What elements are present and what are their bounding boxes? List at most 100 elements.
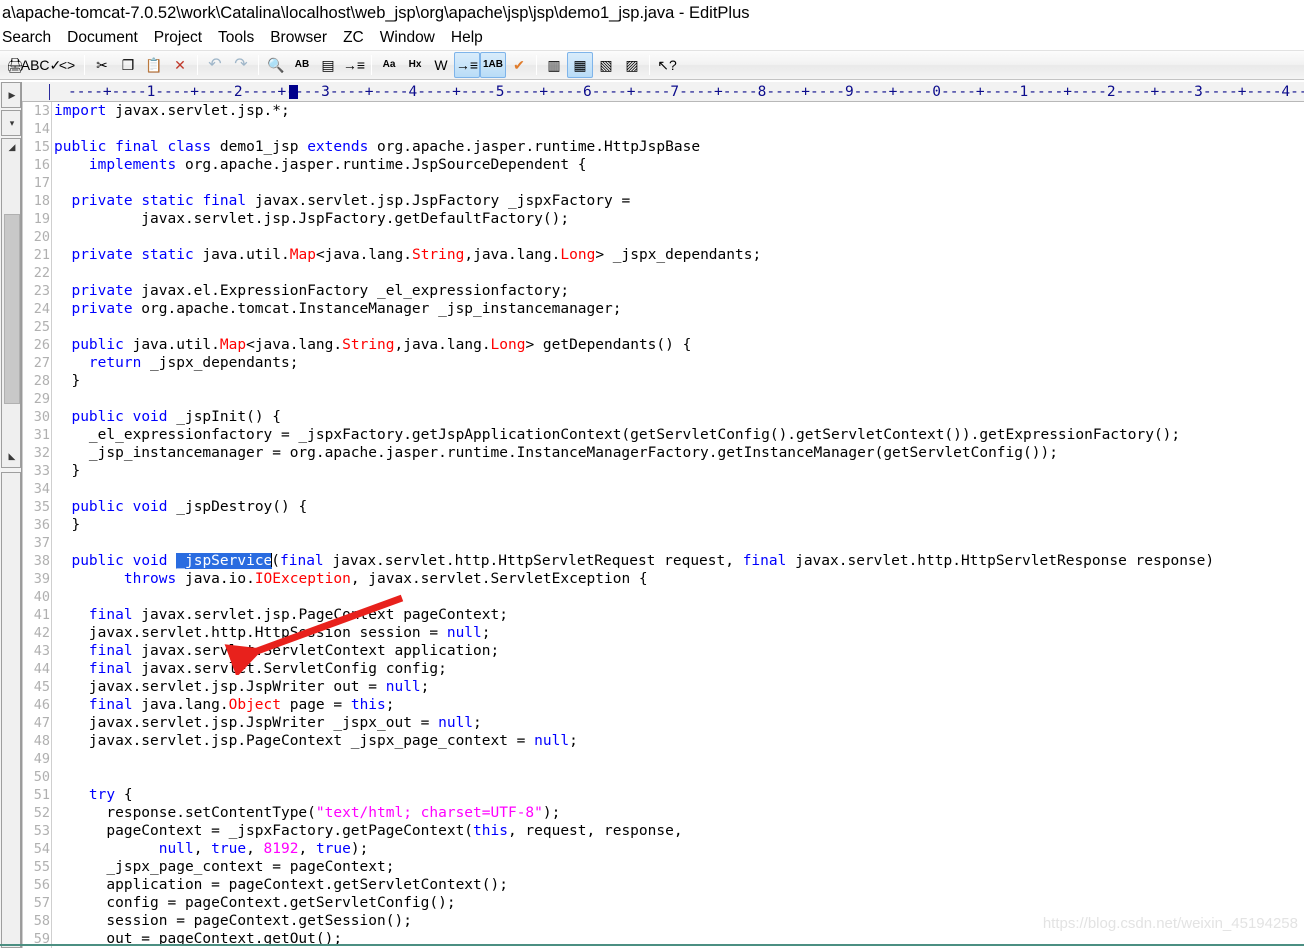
indent-icon[interactable]: →≡	[454, 52, 480, 78]
view-source-icon-glyph: <>	[58, 57, 76, 73]
scroll-up-icon[interactable]: ◢	[2, 140, 22, 154]
code-line[interactable]: 34	[34, 480, 1304, 498]
code-line[interactable]: 42 javax.servlet.http.HttpSession sessio…	[34, 624, 1304, 642]
word-wrap-icon-glyph: W	[434, 57, 448, 73]
dock-panel-top[interactable]: ▶	[1, 82, 21, 108]
view-source-icon[interactable]: <>	[54, 52, 80, 78]
scrollbar-thumb[interactable]	[4, 214, 20, 404]
code-token: javax.servlet.http.HttpServletResponse r…	[786, 553, 1215, 569]
line-numbers-icon-glyph: 1AB	[482, 59, 503, 70]
check-icon[interactable]: ✔	[506, 52, 532, 78]
word-wrap-icon[interactable]: W	[428, 52, 454, 78]
scroll-down-icon[interactable]: ◣	[2, 449, 22, 463]
hex-view-icon[interactable]: Hx	[402, 52, 428, 78]
code-line[interactable]: 50	[34, 768, 1304, 786]
code-line[interactable]: 28 }	[34, 372, 1304, 390]
code-line[interactable]: 45 javax.servlet.jsp.JspWriter out = nul…	[34, 678, 1304, 696]
vertical-scrollbar[interactable]: ◢ ◣	[1, 138, 21, 468]
replace-icon[interactable]: AB	[289, 52, 315, 78]
goto-line-icon[interactable]: →≡	[341, 52, 367, 78]
context-help-icon[interactable]: ↖?	[654, 52, 680, 78]
dock-expand-icon[interactable]: ▶	[2, 88, 22, 102]
code-line[interactable]: 39 throws java.io.IOException, javax.ser…	[34, 570, 1304, 588]
code-line[interactable]: 14	[34, 120, 1304, 138]
document-selector-icon[interactable]: ▦	[567, 52, 593, 78]
code-line[interactable]: 36 }	[34, 516, 1304, 534]
code-line[interactable]: 37	[34, 534, 1304, 552]
code-line[interactable]: 47 javax.servlet.jsp.JspWriter _jspx_out…	[34, 714, 1304, 732]
code-line[interactable]: 17	[34, 174, 1304, 192]
code-line[interactable]: 16 implements org.apache.jasper.runtime.…	[34, 156, 1304, 174]
redo-icon[interactable]: ↷	[228, 52, 254, 78]
code-line[interactable]: 13 import javax.servlet.jsp.*;	[34, 102, 1304, 120]
code-token: javax.servlet.http.HttpSession session =	[54, 625, 447, 641]
code-line[interactable]: 21 private static java.util.Map<java.lan…	[34, 246, 1304, 264]
menu-project[interactable]: Project	[154, 29, 211, 47]
code-line[interactable]: 26 public java.util.Map<java.lang.String…	[34, 336, 1304, 354]
code-line[interactable]: 20	[34, 228, 1304, 246]
menu-document[interactable]: Document	[67, 29, 147, 47]
code-line[interactable]: 53 pageContext = _jspxFactory.getPageCon…	[34, 822, 1304, 840]
code-line[interactable]: 41 final javax.servlet.jsp.PageContext p…	[34, 606, 1304, 624]
code-line[interactable]: 30 public void _jspInit() {	[34, 408, 1304, 426]
code-line[interactable]: 54 null, true, 8192, true);	[34, 840, 1304, 858]
code-line[interactable]: 55 _jspx_page_context = pageContext;	[34, 858, 1304, 876]
copy-icon[interactable]: ❐	[115, 52, 141, 78]
dock-panel-bottom[interactable]	[1, 472, 21, 948]
cut-icon[interactable]: ✂	[89, 52, 115, 78]
find-icon[interactable]: 🔍	[263, 52, 289, 78]
find-in-files-icon[interactable]: ▤	[315, 52, 341, 78]
code-line[interactable]: 43 final javax.servlet.ServletContext ap…	[34, 642, 1304, 660]
line-numbers-icon[interactable]: 1AB	[480, 52, 506, 78]
code-token: public	[54, 139, 107, 155]
menu-zc[interactable]: ZC	[343, 29, 373, 47]
copy-icon-glyph: ❐	[121, 57, 135, 73]
clip-library-icon[interactable]: ▧	[593, 52, 619, 78]
code-editor[interactable]: 13 import javax.servlet.jsp.*; 14 15 public …	[22, 102, 1304, 948]
code-line[interactable]: 23 private javax.el.ExpressionFactory _e…	[34, 282, 1304, 300]
chevron-down-icon[interactable]: ▾	[2, 116, 22, 130]
paste-icon[interactable]: 📋	[141, 52, 167, 78]
code-line[interactable]: 49	[34, 750, 1304, 768]
code-line[interactable]: 46 final java.lang.Object page = this;	[34, 696, 1304, 714]
output-window-icon[interactable]: ▨	[619, 52, 645, 78]
code-line[interactable]: 52 response.setContentType("text/html; c…	[34, 804, 1304, 822]
code-line[interactable]: 27 return _jspx_dependants;	[34, 354, 1304, 372]
code-token: {	[115, 787, 133, 803]
code-line[interactable]: 48 javax.servlet.jsp.PageContext _jspx_p…	[34, 732, 1304, 750]
code-line[interactable]: 33 }	[34, 462, 1304, 480]
delete-icon[interactable]: ✕	[167, 52, 193, 78]
change-case-icon[interactable]: Aa	[376, 52, 402, 78]
code-token: ;	[481, 625, 491, 641]
code-line[interactable]: 15 public final class demo1_jsp extends o…	[34, 138, 1304, 156]
menu-browser[interactable]: Browser	[270, 29, 336, 47]
menu-search[interactable]: Search	[2, 29, 60, 47]
menu-help[interactable]: Help	[451, 29, 492, 47]
code-line[interactable]: 32 _jsp_instancemanager = org.apache.jas…	[34, 444, 1304, 462]
directory-window-icon[interactable]: ▥	[541, 52, 567, 78]
code-line[interactable]: 51 try {	[34, 786, 1304, 804]
menu-tools[interactable]: Tools	[218, 29, 263, 47]
code-line[interactable]: 35 public void _jspDestroy() {	[34, 498, 1304, 516]
undo-icon[interactable]: ↶	[202, 52, 228, 78]
menu-window[interactable]: Window	[380, 29, 444, 47]
code-line[interactable]: 19 javax.servlet.jsp.JspFactory.getDefau…	[34, 210, 1304, 228]
code-line[interactable]: 18 private static final javax.servlet.js…	[34, 192, 1304, 210]
dock-panel-dropdown[interactable]: ▾	[1, 110, 21, 136]
code-line[interactable]: 25	[34, 318, 1304, 336]
goto-line-icon-glyph: →≡	[342, 57, 366, 73]
code-token: pageContext = _jspxFactory.getPageContex…	[54, 823, 474, 839]
code-line[interactable]: 22	[34, 264, 1304, 282]
code-line[interactable]: 40	[34, 588, 1304, 606]
code-line[interactable]: 38 public void _jspService(final javax.s…	[34, 552, 1304, 570]
code-line[interactable]: 44 final javax.servlet.ServletConfig con…	[34, 660, 1304, 678]
spellcheck-icon[interactable]: ABC✓	[21, 52, 62, 78]
code-line[interactable]: 29	[34, 390, 1304, 408]
line-number: 40	[33, 589, 50, 605]
code-line[interactable]: 31 _el_expressionfactory = _jspxFactory.…	[34, 426, 1304, 444]
code-line[interactable]: 56 application = pageContext.getServletC…	[34, 876, 1304, 894]
code-line[interactable]: 57 config = pageContext.getServletConfig…	[34, 894, 1304, 912]
code-token: org.apache.jasper.runtime.JspSourceDepen…	[176, 157, 587, 173]
code-line[interactable]: 24 private org.apache.tomcat.InstanceMan…	[34, 300, 1304, 318]
